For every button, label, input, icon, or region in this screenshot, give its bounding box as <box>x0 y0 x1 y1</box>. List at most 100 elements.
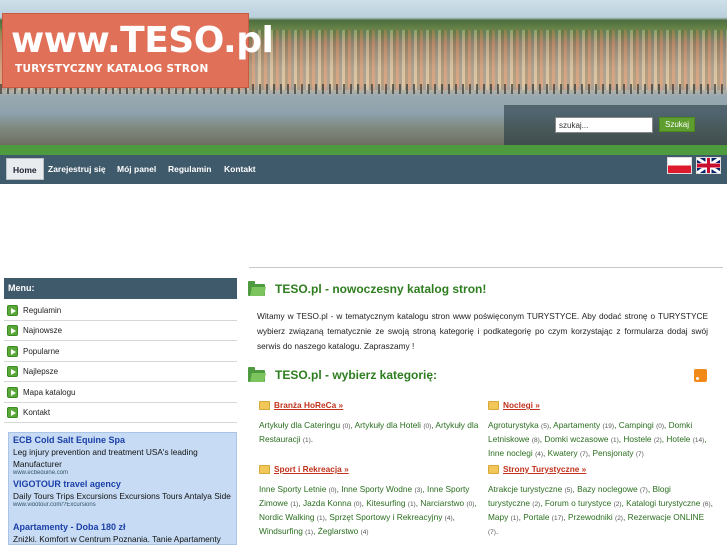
nav-register[interactable]: Zarejestruj się <box>48 158 106 180</box>
subcategory-link[interactable]: Campingi <box>619 420 654 430</box>
green-arrow-icon <box>7 346 18 357</box>
subcategory-link[interactable]: Hotele <box>666 434 690 444</box>
subcategory-link[interactable]: Żeglarstwo <box>318 526 359 536</box>
site-logo[interactable]: www.TESO.pl TURYSTYCZNY KATALOG STRON <box>2 13 274 88</box>
ad-item[interactable]: ECB Cold Salt Equine Spa Leg injury prev… <box>13 435 235 474</box>
subcategory-link[interactable]: Mapy <box>488 512 508 522</box>
folder-icon <box>248 367 265 382</box>
subcategory-list: Atrakcje turystyczne (5), Bazy noclegowe… <box>488 484 713 536</box>
category-header[interactable]: Noclegi » <box>488 400 713 412</box>
subcategory-count: (3) <box>414 487 423 494</box>
ad-item[interactable]: Apartamenty - Doba 180 zł Zniżki. Komfor… <box>13 522 235 544</box>
ad-item[interactable]: VIGOTOUR travel agency Daily Tours Trips… <box>13 479 235 506</box>
subcategory-link[interactable]: Agroturystyka <box>488 420 539 430</box>
category-link[interactable]: Sport i Rekreacja » <box>274 464 349 474</box>
subcategory-link[interactable]: Artykuły dla Cateringu <box>259 420 340 430</box>
subcategory-link[interactable]: Artykuły dla Hoteli <box>355 420 421 430</box>
ad-description: Daily Tours Trips Excursions Excursions … <box>13 491 231 501</box>
green-arrow-icon <box>7 407 18 418</box>
subcategory-link[interactable]: Jazda Konna <box>303 498 351 508</box>
green-arrow-icon <box>7 387 18 398</box>
categories-heading: TESO.pl - wybierz kategorię: <box>248 367 708 384</box>
categories-title: TESO.pl - wybierz kategorię: <box>275 368 438 382</box>
category-block: Branża HoReCa » Artykuły dla Cateringu (… <box>259 400 484 447</box>
subcategory-count: (4) <box>535 451 544 458</box>
welcome-title: TESO.pl - nowoczesny katalog stron! <box>275 282 487 296</box>
sidebar-item-best[interactable]: Najlepsze <box>4 362 237 382</box>
subcategory-count: (0) <box>466 501 475 508</box>
yellow-folder-icon <box>488 401 499 410</box>
ad-title[interactable]: Apartamenty - Doba 180 zł <box>13 522 235 532</box>
category-link[interactable]: Branża HoReCa » <box>274 400 343 410</box>
subcategory-link[interactable]: Forum o turystyce <box>545 498 611 508</box>
sidebar-item-popular[interactable]: Popularne <box>4 342 237 362</box>
category-header[interactable]: Branża HoReCa » <box>259 400 484 412</box>
folder-icon <box>248 281 265 296</box>
sidebar-item-label: Najnowsze <box>23 326 63 335</box>
subcategory-count: (0) <box>328 487 337 494</box>
subcategory-link[interactable]: Sprzęt Sportowy i Rekreacyjny <box>329 512 442 522</box>
nav-home[interactable]: Home <box>6 158 44 180</box>
subcategory-link[interactable]: Nordic Walking <box>259 512 314 522</box>
subcategory-link[interactable]: Inne Sporty Letnie <box>259 484 326 494</box>
logo-text: www.TESO.pl <box>11 20 274 61</box>
rss-icon[interactable] <box>694 369 707 382</box>
subcategory-link[interactable]: Katalogi turystyczne <box>626 498 700 508</box>
subcategory-link[interactable]: Portale <box>523 512 549 522</box>
subcategory-count: (19) <box>602 423 615 430</box>
sidebar-item-sitemap[interactable]: Mapa katalogu <box>4 383 237 403</box>
subcategory-link[interactable]: Apartamenty <box>553 420 600 430</box>
subcategory-count: (6) <box>702 501 711 508</box>
sidebar-item-rules[interactable]: Regulamin <box>4 301 237 321</box>
ad-title[interactable]: ECB Cold Salt Equine Spa <box>13 435 235 445</box>
subcategory-link[interactable]: Windsurfing <box>259 526 303 536</box>
subcategory-link[interactable]: Kitesurfing <box>366 498 405 508</box>
sidebar-item-label: Kontakt <box>23 408 51 417</box>
welcome-text: Witamy w TESO.pl - w tematycznym katalog… <box>257 311 708 351</box>
sponsored-links: ECB Cold Salt Equine Spa Leg injury prev… <box>8 432 237 545</box>
subcategory-link[interactable]: Inne noclegi <box>488 448 533 458</box>
subcategory-link[interactable]: Domki wczasowe <box>544 434 608 444</box>
subcategory-link[interactable]: Przewodniki <box>568 512 613 522</box>
search-button[interactable]: Szukaj <box>659 117 695 132</box>
subcategory-link[interactable]: Inne Sporty Wodne <box>341 484 412 494</box>
ad-url[interactable]: www.vigotour.com/?Excursions <box>13 502 235 506</box>
sidebar-item-label: Regulamin <box>23 306 62 315</box>
subcategory-link[interactable]: Pensjonaty <box>593 448 634 458</box>
category-header[interactable]: Sport i Rekreacja » <box>259 464 484 476</box>
subcategory-count: (1) <box>510 515 519 522</box>
subcategory-link[interactable]: Hostele <box>623 434 651 444</box>
subcategory-count: (1) <box>407 501 416 508</box>
ad-title[interactable]: VIGOTOUR travel agency <box>13 479 235 489</box>
yellow-folder-icon <box>259 401 270 410</box>
category-link[interactable]: Strony Turystyczne » <box>503 464 586 474</box>
subcategory-count: (2) <box>653 437 662 444</box>
subcategory-count: (4) <box>444 515 453 522</box>
flag-uk-icon[interactable] <box>696 157 721 174</box>
flag-pl-icon[interactable] <box>667 157 692 174</box>
subcategory-count: (1) <box>610 437 619 444</box>
subcategory-count: (7) <box>579 451 588 458</box>
subcategory-link[interactable]: Atrakcje turystyczne <box>488 484 562 494</box>
subcategory-count: (14) <box>692 437 705 444</box>
nav-contact[interactable]: Kontakt <box>224 158 256 180</box>
nav-my-panel[interactable]: Mój panel <box>117 158 156 180</box>
subcategory-link[interactable]: Narciarstwo <box>420 498 464 508</box>
nav-rules[interactable]: Regulamin <box>168 158 211 180</box>
subcategory-count: (2) <box>613 501 622 508</box>
search-input[interactable] <box>555 117 653 133</box>
subcategory-count: (7) <box>639 487 648 494</box>
subcategory-link[interactable]: Bazy noclegowe <box>577 484 637 494</box>
ad-url[interactable]: www.ecbequine.com <box>13 470 235 474</box>
subcategory-count: (4) <box>360 529 369 536</box>
subcategory-link[interactable]: Kwatery <box>548 448 578 458</box>
sidebar-item-contact[interactable]: Kontakt <box>4 403 237 423</box>
subcategory-count: (2) <box>532 501 541 508</box>
subcategory-count: (1) <box>316 515 325 522</box>
menu-title: Menu: <box>4 278 237 299</box>
subcategory-link[interactable]: Rezerwacje ONLINE <box>628 512 705 522</box>
category-header[interactable]: Strony Turystyczne » <box>488 464 713 476</box>
category-link[interactable]: Noclegi » <box>503 400 540 410</box>
sidebar-item-newest[interactable]: Najnowsze <box>4 321 237 341</box>
subcategory-count: (0) <box>656 423 665 430</box>
